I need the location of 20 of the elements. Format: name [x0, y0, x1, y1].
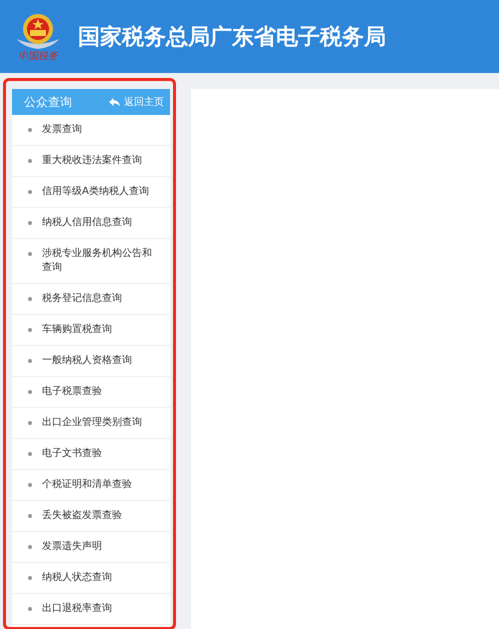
sidebar-menu-item[interactable]: 纳税人信用信息查询	[12, 208, 170, 239]
sidebar-menu-item[interactable]: 税务登记信息查询	[12, 284, 170, 315]
logo-caption: 中国税务	[18, 50, 58, 62]
sidebar-menu-item[interactable]: 纳税人状态查询	[12, 563, 170, 594]
sidebar-menu-item[interactable]: 出口退税率查询	[12, 594, 170, 625]
site-title: 国家税务总局广东省电子税务局	[78, 24, 386, 52]
sidebar-menu-item[interactable]: 个税证明和清单查验	[12, 470, 170, 501]
sidebar-menu-item[interactable]: 发票查询	[12, 115, 170, 146]
sidebar-menu-item[interactable]: 发票遗失声明	[12, 532, 170, 563]
sidebar-menu-item[interactable]: 电子税票查验	[12, 377, 170, 408]
sidebar-menu-item[interactable]: 丢失被盗发票查验	[12, 501, 170, 532]
sidebar-menu-item[interactable]: 一般纳税人资格查询	[12, 346, 170, 377]
sidebar-menu-item[interactable]: 出口企业管理类别查询	[12, 408, 170, 439]
sidebar-menu-item[interactable]: 重大税收违法案件查询	[12, 146, 170, 177]
sidebar-menu-item[interactable]: 电子文书查验	[12, 439, 170, 470]
sidebar-menu-item[interactable]: 车辆购置税查询	[12, 315, 170, 346]
sidebar-menu-item[interactable]: 涉税专业服务机构公告和查询	[12, 239, 170, 284]
sidebar-title: 公众查询	[24, 94, 72, 110]
reply-arrow-icon	[109, 98, 120, 106]
sidebar-menu-item[interactable]: 信用等级A类纳税人查询	[12, 177, 170, 208]
